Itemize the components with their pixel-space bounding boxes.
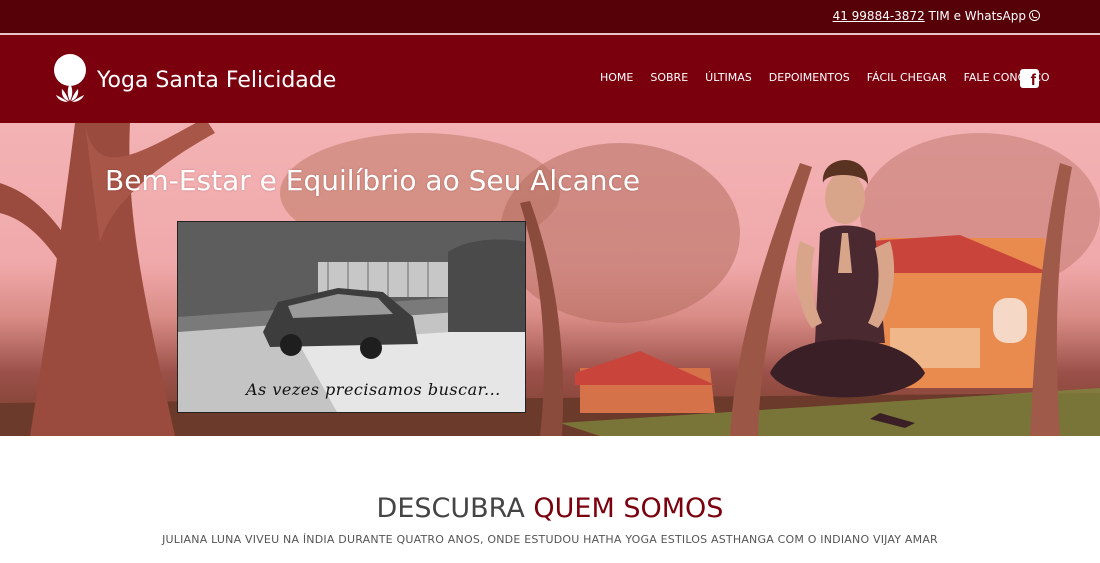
nav-depoimentos[interactable]: DEPOIMENTOS [769,71,850,84]
whatsapp-icon[interactable] [1029,10,1040,21]
nav-home[interactable]: HOME [600,71,633,84]
nav-sobre[interactable]: SOBRE [650,71,688,84]
top-bar: 41 99884-3872 TIM e WhatsApp [0,0,1100,33]
about-heading-accent: QUEM SOMOS [533,493,724,524]
main-nav: HOME SOBRE ÚLTIMAS DEPOIMENTOS FÁCIL CHE… [600,71,1067,84]
about-heading-prefix: DESCUBRA [376,493,534,524]
nav-ultimas[interactable]: ÚLTIMAS [705,71,752,84]
hero-banner: Bem-Estar e Equilíbrio ao Seu Alcance As… [0,123,1100,436]
brand-name[interactable]: Yoga Santa Felicidade [97,68,336,93]
about-heading: DESCUBRA QUEM SOMOS [0,493,1100,524]
about-subtitle: JULIANA LUNA VIVEU NA ÍNDIA DURANTE QUAT… [162,533,938,546]
carrier-text: TIM e WhatsApp [924,9,1026,23]
nav-facil-chegar[interactable]: FÁCIL CHEGAR [867,71,947,84]
video-caption: As vezes precisamos buscar... [246,380,501,399]
phone-link[interactable]: 41 99884-3872 [833,9,925,23]
lotus-logo-icon[interactable] [52,53,88,105]
contact-info: 41 99884-3872 TIM e WhatsApp [833,9,1040,23]
hero-title: Bem-Estar e Equilíbrio ao Seu Alcance [105,164,641,197]
main-navbar: Yoga Santa Felicidade HOME SOBRE ÚLTIMAS… [0,35,1100,123]
facebook-icon[interactable]: f [1020,69,1039,89]
hero-video[interactable]: As vezes precisamos buscar... [177,221,526,413]
